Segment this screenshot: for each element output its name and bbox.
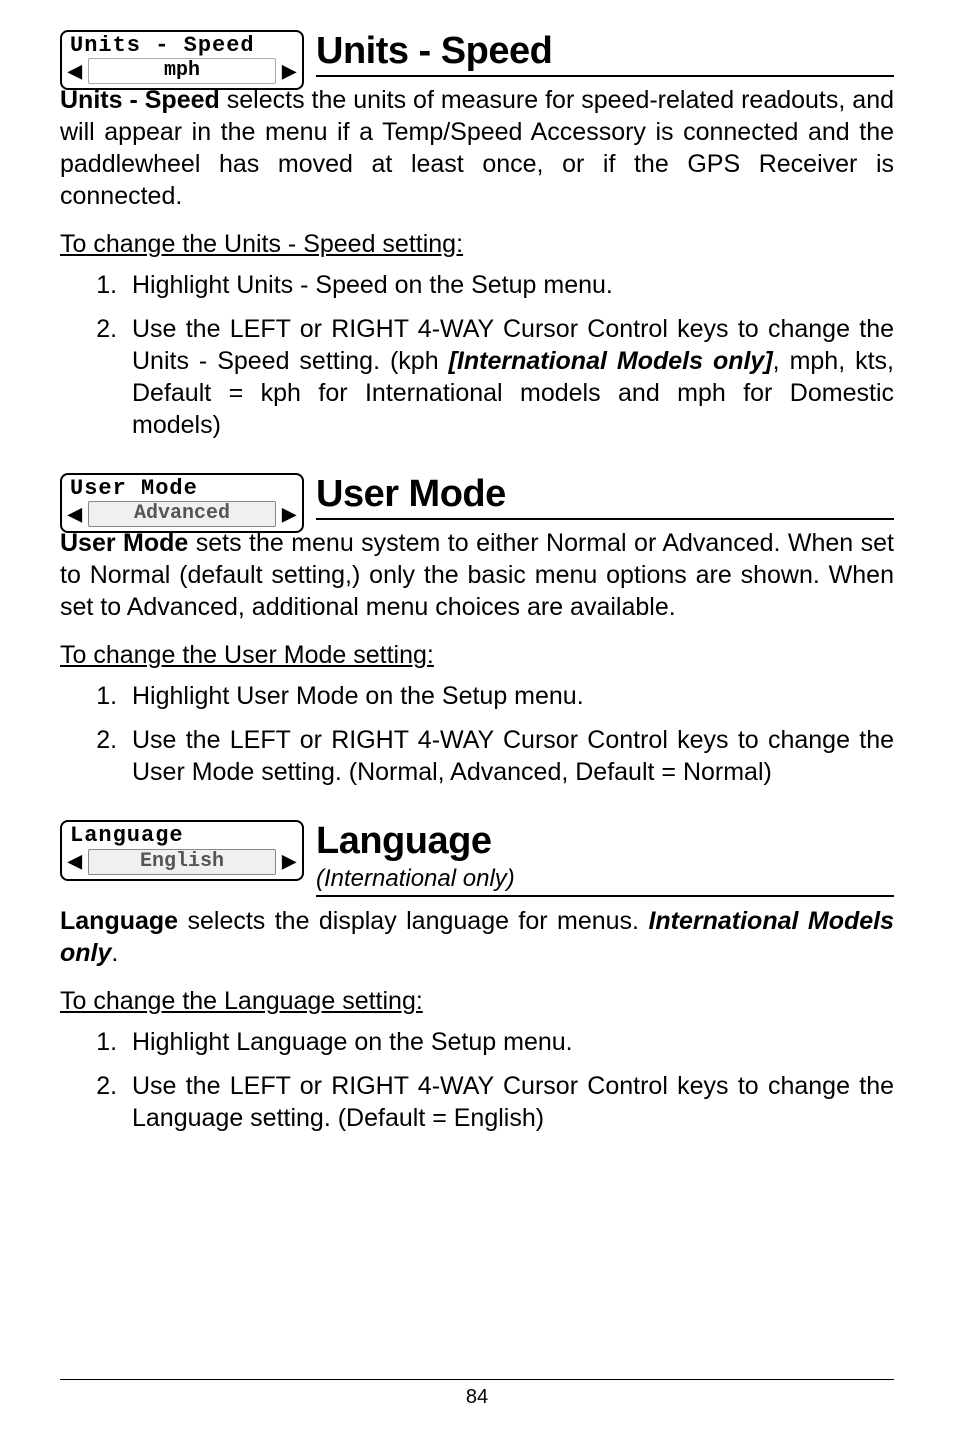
section-title: User Mode	[316, 473, 894, 516]
steps-list: Highlight Units - Speed on the Setup men…	[60, 269, 894, 441]
section-language: Language ◀ English ▶ Language (Internati…	[60, 820, 894, 1134]
step-item: Highlight User Mode on the Setup menu.	[124, 680, 894, 712]
title-block: User Mode	[316, 473, 894, 520]
section-user-mode: User Mode ◀ Advanced ▶ User Mode User Mo…	[60, 473, 894, 788]
menu-label: Language	[62, 822, 302, 848]
header-row: User Mode ◀ Advanced ▶ User Mode	[60, 473, 894, 533]
title-rule	[316, 895, 894, 897]
menu-value: English	[88, 849, 276, 875]
step-item: Use the LEFT or RIGHT 4-WAY Cursor Contr…	[124, 724, 894, 788]
menu-box-user-mode: User Mode ◀ Advanced ▶	[60, 473, 304, 533]
body-mid: selects the display language for menus.	[178, 907, 648, 935]
lead-paragraph: User Mode sets the menu system to either…	[60, 527, 894, 623]
title-rule	[316, 75, 894, 77]
left-arrow-icon: ◀	[68, 504, 82, 525]
section-title: Language	[316, 820, 894, 863]
footer-rule	[60, 1379, 894, 1380]
menu-value-row: ◀ English ▶	[62, 849, 302, 879]
section-title: Units - Speed	[316, 30, 894, 73]
title-rule	[316, 518, 894, 520]
subheading: To change the User Mode setting:	[60, 641, 894, 670]
menu-label: User Mode	[62, 475, 302, 501]
header-row: Units - Speed ◀ mph ▶ Units - Speed	[60, 30, 894, 90]
left-arrow-icon: ◀	[68, 61, 82, 82]
body-bold: Language	[60, 907, 178, 935]
steps-list: Highlight Language on the Setup menu. Us…	[60, 1026, 894, 1134]
menu-label: Units - Speed	[62, 32, 302, 58]
header-row: Language ◀ English ▶ Language (Internati…	[60, 820, 894, 897]
step-item: Highlight Units - Speed on the Setup men…	[124, 269, 894, 301]
right-arrow-icon: ▶	[282, 504, 296, 525]
lead-bold: Units - Speed	[60, 86, 220, 114]
step-item: Use the LEFT or RIGHT 4-WAY Cursor Contr…	[124, 313, 894, 441]
menu-value: Advanced	[88, 501, 276, 527]
section-subtitle: (International only)	[316, 865, 894, 893]
subheading: To change the Units - Speed setting:	[60, 230, 894, 259]
body-end: .	[111, 939, 118, 967]
step-item: Use the LEFT or RIGHT 4-WAY Cursor Contr…	[124, 1070, 894, 1134]
page-footer: 84	[60, 1379, 894, 1409]
menu-box-units-speed: Units - Speed ◀ mph ▶	[60, 30, 304, 90]
menu-box-language: Language ◀ English ▶	[60, 820, 304, 880]
steps-list: Highlight User Mode on the Setup menu. U…	[60, 680, 894, 788]
left-arrow-icon: ◀	[68, 851, 82, 872]
lead-paragraph: Units - Speed selects the units of measu…	[60, 84, 894, 212]
step-item: Highlight Language on the Setup menu.	[124, 1026, 894, 1058]
subheading: To change the Language setting:	[60, 987, 894, 1016]
page-number: 84	[60, 1386, 894, 1409]
title-block: Language (International only)	[316, 820, 894, 897]
menu-value: mph	[88, 58, 276, 84]
right-arrow-icon: ▶	[282, 61, 296, 82]
lead-bold: User Mode	[60, 529, 188, 557]
section-units-speed: Units - Speed ◀ mph ▶ Units - Speed Unit…	[60, 30, 894, 441]
title-block: Units - Speed	[316, 30, 894, 77]
body-paragraph: Language selects the display language fo…	[60, 905, 894, 969]
step-ital: [International Models only]	[449, 347, 773, 375]
right-arrow-icon: ▶	[282, 851, 296, 872]
